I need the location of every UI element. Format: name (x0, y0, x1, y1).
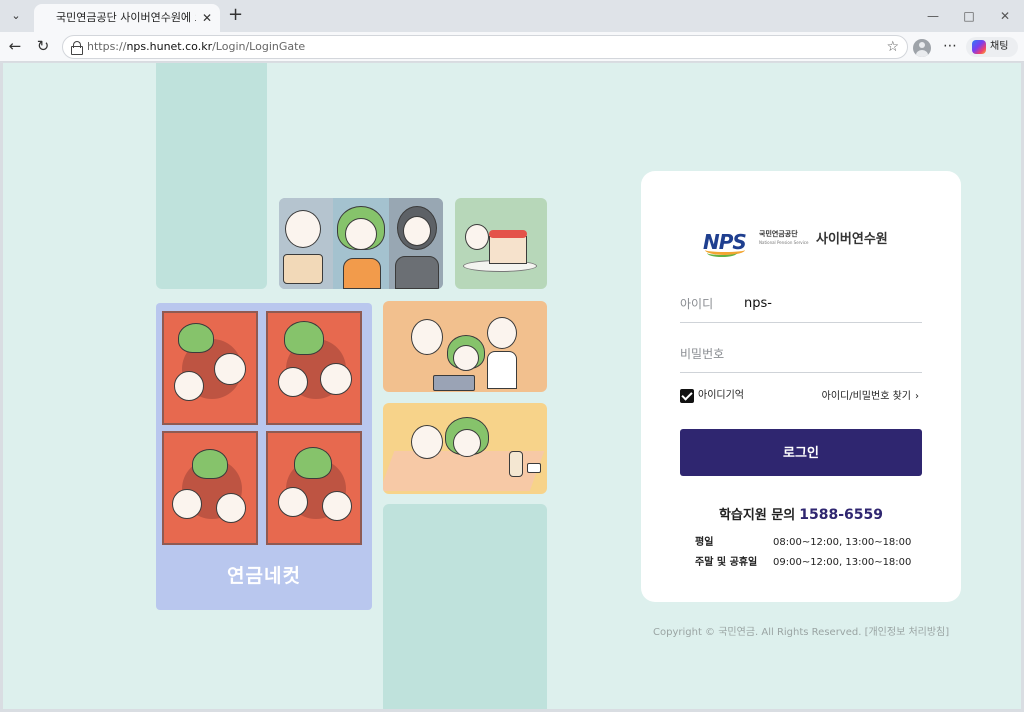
character-hair (192, 449, 228, 479)
browser-tab[interactable]: 국민연금공단 사이버연수원에 오신 것을 환영합니다 ✕ (34, 4, 220, 32)
character-head (278, 367, 308, 397)
hours-day: 주말 및 공휴일 (695, 557, 758, 568)
tab-title: 국민연금공단 사이버연수원에 오신 것을 환영합니다 (56, 11, 196, 24)
photo-cut (266, 431, 362, 545)
character-head (465, 224, 489, 250)
teal-block-top (156, 63, 267, 289)
find-id-password-link[interactable]: 아이디/비밀번호 찾기 › (822, 390, 919, 404)
character-head (453, 345, 479, 371)
character-head (172, 489, 202, 519)
illustration-cake (455, 198, 547, 289)
photo-cut (266, 311, 362, 425)
character-hair (178, 323, 214, 353)
browser-toolbar: ← ↻ https://nps.hunet.co.kr/Login/LoginG… (0, 32, 1024, 62)
character-head (320, 363, 352, 395)
login-button[interactable]: 로그인 (680, 429, 922, 476)
character-head (411, 319, 443, 355)
nps-logo: NPS 국민연금공단 National Pension Service 사이버연… (703, 229, 903, 259)
logo-org-en: National Pension Service (759, 240, 809, 245)
photo-cut (162, 311, 258, 425)
support-contact: 학습지원 문의 1588-6559 (641, 505, 961, 526)
illustration-family (279, 198, 443, 289)
address-bar[interactable]: https://nps.hunet.co.kr/Login/LoginGate … (62, 35, 908, 59)
back-icon[interactable]: ← (6, 37, 24, 55)
four-cut-panel: 연금네컷 (156, 303, 372, 610)
book-illustration (283, 254, 323, 284)
character-hair (294, 447, 332, 479)
login-card: NPS 국민연금공단 National Pension Service 사이버연… (641, 171, 961, 602)
teal-block-bottom (383, 504, 547, 709)
character-body (343, 258, 381, 289)
support-phone: 1588-6559 (799, 507, 884, 523)
copilot-button[interactable]: 채팅 (966, 37, 1018, 57)
strawberry-illustration (489, 230, 527, 238)
character-head (216, 493, 246, 523)
browser-tab-bar: ⌄ 국민연금공단 사이버연수원에 오신 것을 환영합니다 ✕ + — □ ✕ (0, 0, 1024, 32)
hours-day: 평일 (695, 537, 714, 548)
cake-illustration (489, 236, 527, 264)
profile-icon[interactable] (913, 39, 931, 57)
new-tab-icon[interactable]: + (228, 5, 243, 25)
character-head (453, 429, 481, 457)
four-cut-label: 연금네컷 (227, 565, 301, 587)
character-head (403, 216, 431, 246)
minimize-icon[interactable]: — (924, 8, 942, 24)
password-input[interactable]: 비밀번호 (680, 339, 724, 369)
illustration-picnic (383, 403, 547, 494)
laptop-illustration (433, 375, 475, 391)
copyright: Copyright © 국민연금. All Rights Reserved. [… (653, 627, 950, 638)
id-field[interactable]: 아이디 nps- (680, 289, 922, 323)
logo-org: 국민연금공단 (759, 230, 798, 238)
star-icon[interactable]: ☆ (886, 38, 899, 56)
password-field[interactable]: 비밀번호 (680, 339, 922, 373)
illustration-laptop (383, 301, 547, 392)
hours-time: 08:00~12:00, 13:00~18:00 (773, 537, 912, 548)
photo-cut (162, 431, 258, 545)
remember-checkbox[interactable] (680, 389, 694, 403)
reload-icon[interactable]: ↻ (34, 37, 52, 55)
id-input[interactable]: nps- (744, 289, 772, 319)
remember-label: 아이디기억 (698, 390, 744, 401)
character-head (285, 210, 321, 248)
id-label: 아이디 (680, 297, 714, 311)
character-head (174, 371, 204, 401)
character-head (278, 487, 308, 517)
more-icon[interactable]: ⋯ (943, 37, 957, 55)
character-head (487, 317, 517, 349)
close-icon[interactable]: ✕ (202, 11, 212, 25)
bottle-illustration (509, 451, 523, 477)
cup-illustration (527, 463, 541, 473)
login-page: 연금네컷 NPS 국민연금공단 National Pension Service… (3, 63, 1021, 709)
copilot-label: 채팅 (990, 41, 1009, 52)
logo-arc (707, 249, 737, 257)
character-body (487, 351, 517, 389)
url-text[interactable]: https://nps.hunet.co.kr/Login/LoginGate (87, 36, 305, 58)
hours-time: 09:00~12:00, 13:00~18:00 (773, 557, 912, 568)
copilot-icon (972, 40, 986, 54)
character-hair (284, 321, 324, 355)
find-link-label: 아이디/비밀번호 찾기 (821, 391, 911, 402)
window-close-icon[interactable]: ✕ (996, 8, 1014, 24)
character-body (395, 256, 439, 289)
character-head (214, 353, 246, 385)
support-label: 학습지원 문의 (718, 508, 796, 523)
chevron-right-icon: › (915, 391, 919, 402)
character-head (322, 491, 352, 521)
character-head (345, 218, 377, 250)
character-head (411, 425, 443, 459)
lock-icon (71, 41, 83, 55)
logo-name: 사이버연수원 (816, 232, 888, 247)
maximize-icon[interactable]: □ (960, 8, 978, 24)
tab-list-icon[interactable]: ⌄ (6, 6, 26, 26)
